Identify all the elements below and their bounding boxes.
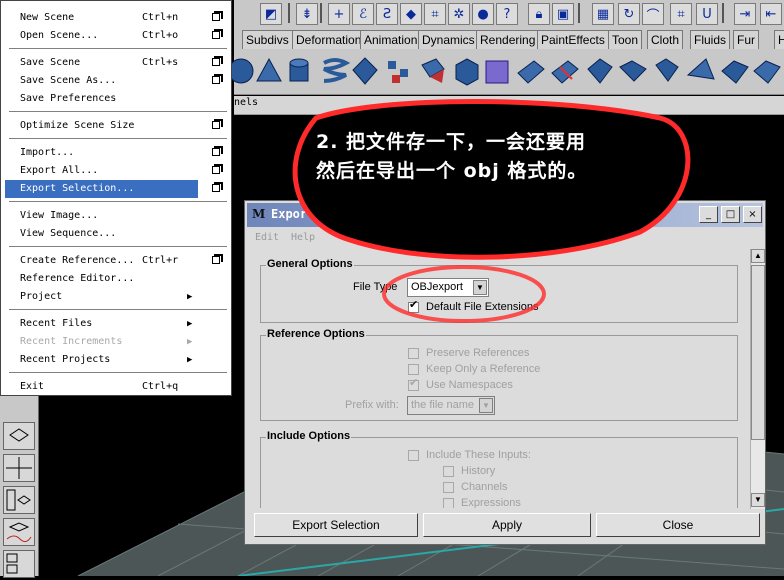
- annotation-callout: 2. 把文件存一下，一会还要用 然后在导出一个 obj 格式的。: [316, 128, 676, 186]
- annotation-layer: [292, 99, 691, 323]
- highlight-ellipse: [382, 265, 546, 323]
- annotation-line-1: 2. 把文件存一下，一会还要用: [316, 131, 587, 153]
- annotation-line-2: 然后在导出一个 obj 格式的。: [316, 160, 588, 182]
